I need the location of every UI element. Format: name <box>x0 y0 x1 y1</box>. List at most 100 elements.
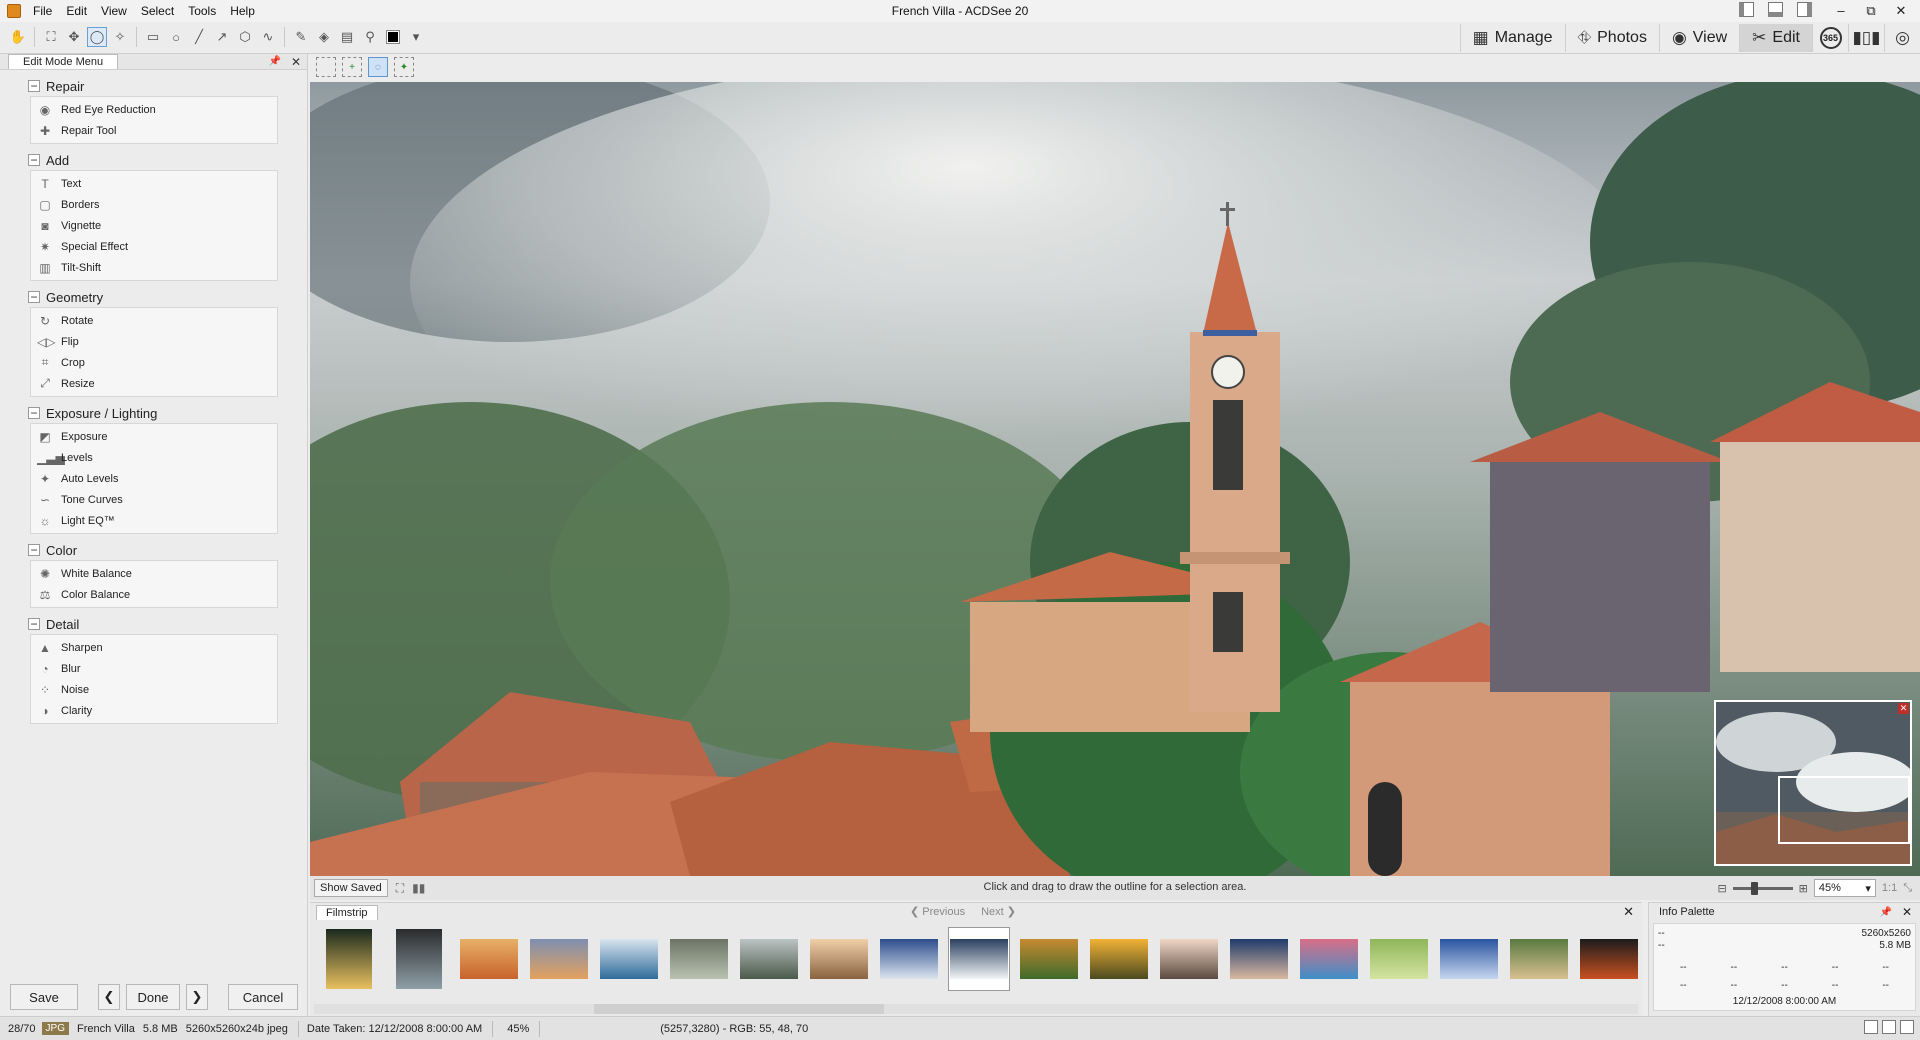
left-panel-toggle-icon[interactable] <box>1739 2 1754 17</box>
zoom-slider-knob[interactable] <box>1750 881 1758 895</box>
tool-item[interactable]: ✚ Repair Tool <box>31 120 277 141</box>
info-palette-title[interactable]: Info Palette <box>1659 906 1715 918</box>
rectangle-tool-icon[interactable]: ▭ <box>143 27 163 47</box>
filmstrip-thumbnail[interactable] <box>808 927 870 991</box>
hand-tool-icon[interactable]: ✋ <box>8 27 28 47</box>
filmstrip-next[interactable]: Next ❯ <box>981 905 1016 918</box>
zoom-select[interactable]: 45% ▾ <box>1813 879 1876 897</box>
tool-item[interactable]: ⚖ Color Balance <box>31 584 277 605</box>
next-image-button[interactable]: ❯ <box>186 984 208 1010</box>
zoom-out-icon[interactable]: ⊟ <box>1717 882 1726 895</box>
collapse-icon[interactable]: − <box>28 291 40 303</box>
tool-item[interactable]: ◩ Exposure <box>31 426 277 447</box>
mode-manage-button[interactable]: ▦ Manage <box>1459 24 1565 52</box>
arrow-tool-icon[interactable]: ↗ <box>212 27 232 47</box>
filmstrip-scroll-thumb[interactable] <box>594 1004 884 1014</box>
histogram-icon[interactable]: ▮▮ <box>412 881 425 895</box>
tool-item[interactable]: ◙ Vignette <box>31 215 277 236</box>
zoom-in-icon[interactable]: ⊞ <box>1799 882 1808 895</box>
mode-365-button[interactable]: 365 <box>1812 24 1848 52</box>
freehand-tool-icon[interactable]: ∿ <box>258 27 278 47</box>
marquee-select-icon[interactable] <box>316 57 336 77</box>
tool-item[interactable]: ◁▷ Flip <box>31 331 277 352</box>
save-button[interactable]: Save <box>10 984 78 1010</box>
filmstrip-thumbnail[interactable] <box>388 927 450 991</box>
brush-tool-icon[interactable]: ✎ <box>291 27 311 47</box>
close-icon[interactable]: ✕ <box>1623 904 1634 920</box>
filmstrip-thumbnail[interactable] <box>1228 927 1290 991</box>
actual-size-button[interactable]: 1:1 <box>1882 882 1897 894</box>
move-tool-icon[interactable]: ✥ <box>64 27 84 47</box>
magic-wand-icon[interactable]: ✧ <box>110 27 130 47</box>
close-icon[interactable]: ✕ <box>1898 703 1909 714</box>
show-saved-button[interactable]: Show Saved <box>314 879 388 897</box>
lasso-select-icon[interactable]: ◌ <box>368 57 388 77</box>
menu-help[interactable]: Help <box>226 4 265 18</box>
group-header[interactable]: − Color <box>28 540 278 560</box>
tool-item[interactable]: ☼ Light EQ™ <box>31 510 277 531</box>
filmstrip-thumbnail[interactable] <box>458 927 520 991</box>
close-button[interactable]: ✕ <box>1886 1 1916 21</box>
filmstrip-thumbnail[interactable] <box>1018 927 1080 991</box>
tool-item[interactable]: ⁘ Noise <box>31 679 277 700</box>
view-mode-icon[interactable] <box>1864 1020 1878 1034</box>
tool-item[interactable]: ✷ Special Effect <box>31 236 277 257</box>
lasso-tool-icon[interactable]: ◯ <box>87 27 107 47</box>
filmstrip-title[interactable]: Filmstrip <box>316 904 378 920</box>
close-icon[interactable]: ✕ <box>291 55 301 69</box>
pin-icon[interactable]: 📌 <box>268 56 280 67</box>
menu-file[interactable]: File <box>29 4 62 18</box>
filmstrip-thumbnail[interactable] <box>948 927 1010 991</box>
fill-options-icon[interactable]: ▾ <box>406 27 426 47</box>
group-header[interactable]: − Exposure / Lighting <box>28 403 278 423</box>
mode-edit-button[interactable]: ✂ Edit <box>1739 24 1812 52</box>
tool-item[interactable]: T Text <box>31 173 277 194</box>
filmstrip-thumbnail[interactable] <box>1368 927 1430 991</box>
add-selection-icon[interactable]: + <box>342 57 362 77</box>
tool-item[interactable]: ◔ Blur <box>31 658 277 679</box>
filmstrip-scrollbar[interactable] <box>314 1004 1638 1014</box>
filmstrip-thumbnail[interactable] <box>528 927 590 991</box>
transform-tool-icon[interactable]: ⛶ <box>41 27 61 47</box>
filmstrip-thumbnail[interactable] <box>318 927 380 991</box>
eyedropper-icon[interactable]: ⚲ <box>360 27 380 47</box>
minimize-button[interactable]: – <box>1826 1 1856 21</box>
filmstrip-thumbnail[interactable] <box>1088 927 1150 991</box>
tool-item[interactable]: ▢ Borders <box>31 194 277 215</box>
menu-select[interactable]: Select <box>137 4 184 18</box>
tool-item[interactable]: ▥ Tilt-Shift <box>31 257 277 278</box>
tool-item[interactable]: ⌗ Crop <box>31 352 277 373</box>
filmstrip-thumbnail[interactable] <box>598 927 660 991</box>
mode-photos-button[interactable]: ⛗ Photos <box>1564 24 1659 52</box>
image-viewer[interactable]: ✕ <box>310 82 1920 876</box>
filmstrip-thumbnail[interactable] <box>1438 927 1500 991</box>
tool-item[interactable]: ∽ Tone Curves <box>31 489 277 510</box>
pin-icon[interactable]: 📌 <box>1879 907 1891 918</box>
filmstrip-thumbnail[interactable] <box>1298 927 1360 991</box>
pencil-icon[interactable] <box>1882 1020 1896 1034</box>
close-icon[interactable]: ✕ <box>1902 905 1912 919</box>
collapse-icon[interactable]: − <box>28 407 40 419</box>
collapse-icon[interactable]: − <box>28 80 40 92</box>
share-button[interactable]: ◎ <box>1884 24 1920 52</box>
tool-item[interactable]: ◉ Red Eye Reduction <box>31 99 277 120</box>
zoom-slider[interactable] <box>1732 881 1793 895</box>
gradient-tool-icon[interactable]: ▤ <box>337 27 357 47</box>
polygon-tool-icon[interactable]: ⬡ <box>235 27 255 47</box>
done-button[interactable]: Done <box>126 984 180 1010</box>
filmstrip-thumbnail[interactable] <box>878 927 940 991</box>
filmstrip-thumbnail[interactable] <box>1158 927 1220 991</box>
navigator-viewport-frame[interactable] <box>1778 776 1910 844</box>
group-header[interactable]: − Add <box>28 150 278 170</box>
fill-tool-icon[interactable]: ◈ <box>314 27 334 47</box>
tool-item[interactable]: ↻ Rotate <box>31 310 277 331</box>
mode-view-button[interactable]: ◉ View <box>1658 24 1739 52</box>
navigator-thumbnail[interactable]: ✕ <box>1714 700 1912 866</box>
fit-image-icon[interactable]: ⤡ <box>1903 882 1912 895</box>
tool-item[interactable]: ✦ Auto Levels <box>31 468 277 489</box>
group-header[interactable]: − Repair <box>28 76 278 96</box>
group-header[interactable]: − Detail <box>28 614 278 634</box>
cancel-button[interactable]: Cancel <box>228 984 298 1010</box>
filmstrip-thumbnail[interactable] <box>738 927 800 991</box>
fullscreen-icon[interactable]: ⛶ <box>396 881 404 896</box>
